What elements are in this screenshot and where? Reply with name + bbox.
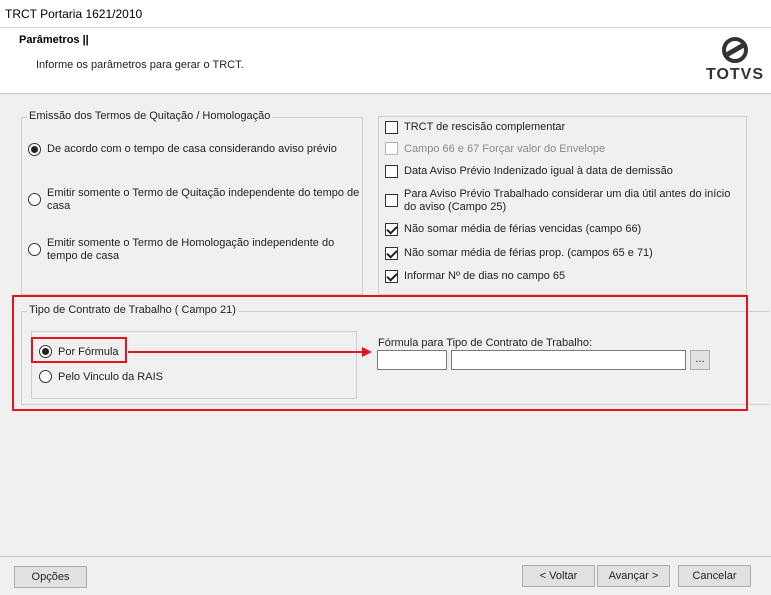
highlight-por-formula xyxy=(31,337,127,363)
title-bar: TRCT Portaria 1621/2010 xyxy=(0,0,771,28)
radio-termo-quitacao-label-1[interactable]: Emitir somente o Termo de Quitação indep… xyxy=(47,187,359,200)
page-title: Parâmetros || xyxy=(19,34,89,46)
checkbox-aviso-trabalhado-label-2[interactable]: do aviso (Campo 25) xyxy=(404,201,506,214)
checkbox-aviso-trabalhado[interactable] xyxy=(385,194,398,207)
checkbox-ferias-vencidas-label[interactable]: Não somar média de férias vencidas (camp… xyxy=(404,223,641,236)
radio-termo-quitacao[interactable] xyxy=(28,193,41,206)
back-button[interactable]: < Voltar xyxy=(522,565,595,587)
checkbox-data-aviso-indenizado-label[interactable]: Data Aviso Prévio Indenizado igual à dat… xyxy=(404,165,673,178)
emissao-legend: Emissão dos Termos de Quitação / Homolog… xyxy=(27,110,273,122)
checkbox-forcar-envelope xyxy=(385,142,398,155)
radio-aviso-previo[interactable] xyxy=(28,143,41,156)
radio-termo-homologacao-label-1[interactable]: Emitir somente o Termo de Homologação in… xyxy=(47,237,334,250)
totvs-logo: TOTVS xyxy=(705,35,765,87)
options-button[interactable]: Opções xyxy=(14,566,87,588)
annotation-arrow-icon xyxy=(128,347,372,357)
radio-termo-quitacao-label-2[interactable]: casa xyxy=(47,200,70,213)
cancel-button[interactable]: Cancelar xyxy=(678,565,751,587)
totvs-logo-icon xyxy=(722,37,748,63)
page-subtitle: Informe os parâmetros para gerar o TRCT. xyxy=(36,59,244,71)
checkbox-ferias-prop[interactable] xyxy=(385,247,398,260)
checkbox-forcar-envelope-label: Campo 66 e 67 Forçar valor do Envelope xyxy=(404,143,606,155)
checkbox-ferias-prop-label[interactable]: Não somar média de férias prop. (campos … xyxy=(404,247,653,260)
radio-aviso-previo-label[interactable]: De acordo com o tempo de casa consideran… xyxy=(47,143,337,156)
checkbox-dias-campo-65-label[interactable]: Informar Nº de dias no campo 65 xyxy=(404,270,565,283)
logo-wordmark: TOTVS xyxy=(705,66,765,83)
checkbox-dias-campo-65[interactable] xyxy=(385,270,398,283)
checkbox-ferias-vencidas[interactable] xyxy=(385,223,398,236)
checkbox-trct-complementar[interactable] xyxy=(385,121,398,134)
radio-termo-homologacao[interactable] xyxy=(28,243,41,256)
wizard-header: Parâmetros || Informe os parâmetros para… xyxy=(0,28,771,94)
radio-termo-homologacao-label-2[interactable]: tempo de casa xyxy=(47,250,119,263)
footer-separator xyxy=(0,556,771,557)
checkbox-trct-complementar-label[interactable]: TRCT de rescisão complementar xyxy=(404,121,565,134)
checkbox-aviso-trabalhado-label-1[interactable]: Para Aviso Prévio Trabalhado considerar … xyxy=(404,188,730,201)
checkbox-data-aviso-indenizado[interactable] xyxy=(385,165,398,178)
window-title: TRCT Portaria 1621/2010 xyxy=(5,7,143,21)
next-button[interactable]: Avançar > xyxy=(597,565,670,587)
